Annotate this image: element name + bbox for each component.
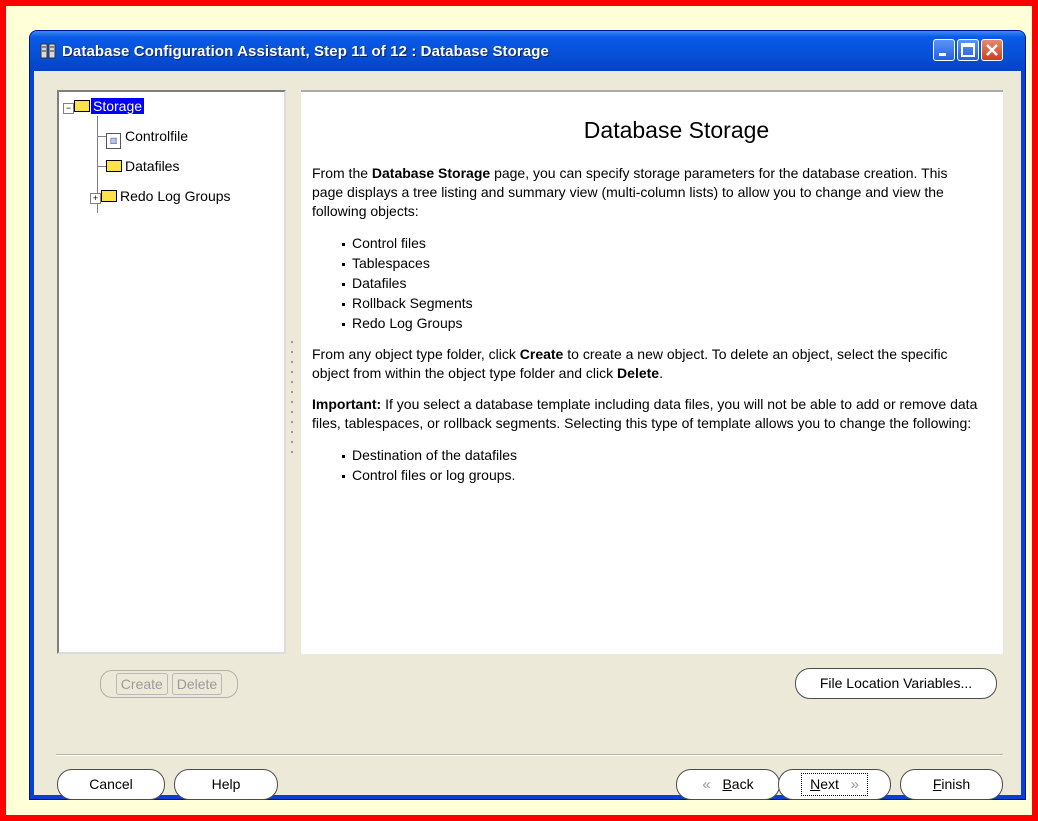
delete-button[interactable]: Delete <box>171 673 223 695</box>
list-item: Datafiles <box>342 273 981 293</box>
focus-ring: Next » <box>801 773 868 796</box>
create-delete-paragraph: From any object type folder, click Creat… <box>312 345 981 383</box>
bold-text: Create <box>519 346 564 362</box>
tree-item-controlfile[interactable]: ▥ Controlfile <box>106 126 190 149</box>
database-icon <box>40 43 56 59</box>
separator <box>56 754 1003 756</box>
tree-item-label: Datafiles <box>125 158 180 174</box>
dialog-body: − Storage ▥ Controlfile Datafiles + Redo Lo… <box>34 71 1021 800</box>
intro-paragraph: From the Database Storage page, you can … <box>312 164 981 221</box>
maximize-icon <box>961 43 975 57</box>
button-label: inish <box>941 776 971 792</box>
mnemonic: N <box>810 776 821 792</box>
list-item: Rollback Segments <box>342 293 981 313</box>
controlfile-icon: ▥ <box>106 133 121 149</box>
dbca-window: Database Configuration Assistant, Step 1… <box>30 31 1025 800</box>
tree-item-label: Controlfile <box>125 128 189 144</box>
changeable-list: Destination of the datafiles Control fil… <box>312 445 981 485</box>
maximize-button[interactable] <box>957 39 979 61</box>
content-title: Database Storage <box>583 117 770 143</box>
close-button[interactable] <box>981 39 1003 61</box>
expand-icon[interactable]: + <box>90 193 101 204</box>
list-item: Destination of the datafiles <box>342 445 981 465</box>
bold-text: Important: <box>312 396 382 412</box>
next-button[interactable]: Next » <box>778 769 891 800</box>
list-item: Control files or log groups. <box>342 465 981 485</box>
pane-splitter[interactable] <box>290 341 294 461</box>
folder-icon <box>101 190 117 202</box>
tree-item-datafiles[interactable]: Datafiles <box>106 156 181 176</box>
bold-text: Delete <box>617 365 660 381</box>
button-label: ack <box>731 776 754 792</box>
title-bar[interactable]: Database Configuration Assistant, Step 1… <box>30 31 1025 71</box>
minimize-icon <box>939 53 946 56</box>
bold-text: Database Storage <box>371 165 491 181</box>
text: . <box>659 365 663 381</box>
tree-item-label: Storage <box>91 98 145 114</box>
finish-button[interactable]: Finish <box>900 769 1003 800</box>
file-location-variables-button[interactable]: File Location Variables... <box>795 668 997 699</box>
back-button[interactable]: « Back <box>676 769 780 800</box>
folder-icon <box>106 160 122 172</box>
tree-item-storage[interactable]: − Storage <box>63 96 145 116</box>
help-button[interactable]: Help <box>174 769 278 800</box>
list-item: Tablespaces <box>342 253 981 273</box>
chevron-right-icon: » <box>850 776 859 793</box>
help-content-panel: Database Storage From the Database Stora… <box>301 90 1003 654</box>
close-icon <box>986 44 998 56</box>
text: If you select a database template includ… <box>312 396 978 431</box>
cancel-button[interactable]: Cancel <box>57 769 165 800</box>
text: From the <box>312 165 372 181</box>
objects-list: Control files Tablespaces Datafiles Roll… <box>312 233 981 333</box>
list-item: Redo Log Groups <box>342 313 981 333</box>
tree-item-redo-log-groups[interactable]: + Redo Log Groups <box>90 186 233 206</box>
create-button[interactable]: Create <box>115 673 168 695</box>
create-delete-group: Create Delete <box>100 670 238 698</box>
folder-icon <box>74 100 90 112</box>
minimize-button[interactable] <box>933 39 955 61</box>
tree-item-label: Redo Log Groups <box>120 188 231 204</box>
list-item: Control files <box>342 233 981 253</box>
text: From any object type folder, click <box>312 346 520 362</box>
chevron-left-icon: « <box>702 776 711 793</box>
window-title: Database Configuration Assistant, Step 1… <box>62 43 550 60</box>
collapse-icon[interactable]: − <box>63 103 74 114</box>
storage-tree: − Storage ▥ Controlfile Datafiles + Redo Lo… <box>57 90 286 654</box>
mnemonic: B <box>722 776 732 792</box>
important-paragraph: Important: If you select a database temp… <box>312 395 981 433</box>
button-label: ext <box>820 776 839 792</box>
